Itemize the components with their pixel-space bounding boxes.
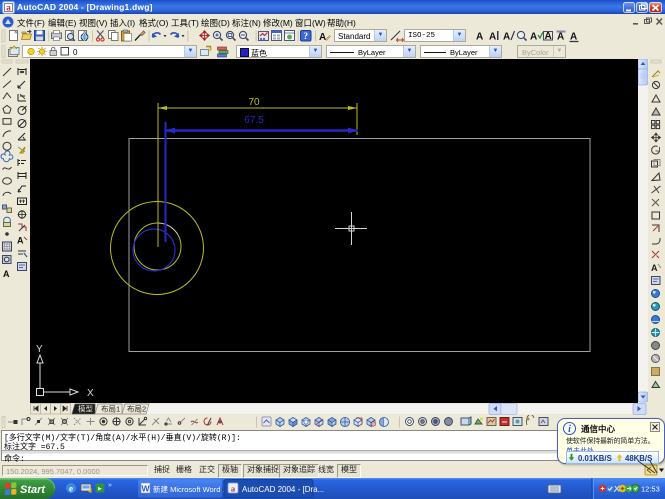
svg-text:12:53: 12:53	[641, 485, 660, 494]
svg-text:布局2: 布局2	[127, 404, 146, 414]
svg-text:布局1: 布局1	[101, 404, 120, 414]
svg-text:a: a	[6, 3, 11, 13]
svg-text:A: A	[651, 263, 658, 273]
svg-text:?: ?	[303, 32, 308, 42]
svg-text:67.5: 67.5	[244, 115, 264, 126]
svg-text:模型: 模型	[78, 404, 93, 414]
svg-text:e: e	[69, 484, 73, 494]
svg-text:A: A	[319, 32, 326, 43]
svg-text:A: A	[17, 236, 24, 246]
svg-text:A: A	[476, 32, 483, 43]
svg-text:A: A	[557, 32, 564, 43]
svg-text:A: A	[503, 32, 510, 43]
svg-text:AutoCAD 2004 - [Dra...: AutoCAD 2004 - [Dra...	[242, 485, 324, 494]
svg-text:A: A	[545, 31, 552, 42]
svg-text:A: A	[489, 32, 496, 43]
svg-text:»: »	[108, 482, 112, 489]
svg-text:A: A	[570, 32, 577, 43]
svg-text:A: A	[3, 269, 10, 279]
svg-text:70: 70	[248, 97, 260, 108]
svg-text:Start: Start	[20, 484, 46, 496]
svg-text:新建 Microsoft Word ...: 新建 Microsoft Word ...	[153, 484, 229, 494]
svg-text:A: A	[530, 32, 537, 43]
svg-text:0.01KB/S: 0.01KB/S	[578, 453, 612, 461]
svg-text:Y: Y	[36, 344, 43, 355]
svg-text:X: X	[87, 388, 94, 399]
svg-text:W: W	[141, 484, 150, 494]
svg-text:i: i	[568, 424, 571, 435]
